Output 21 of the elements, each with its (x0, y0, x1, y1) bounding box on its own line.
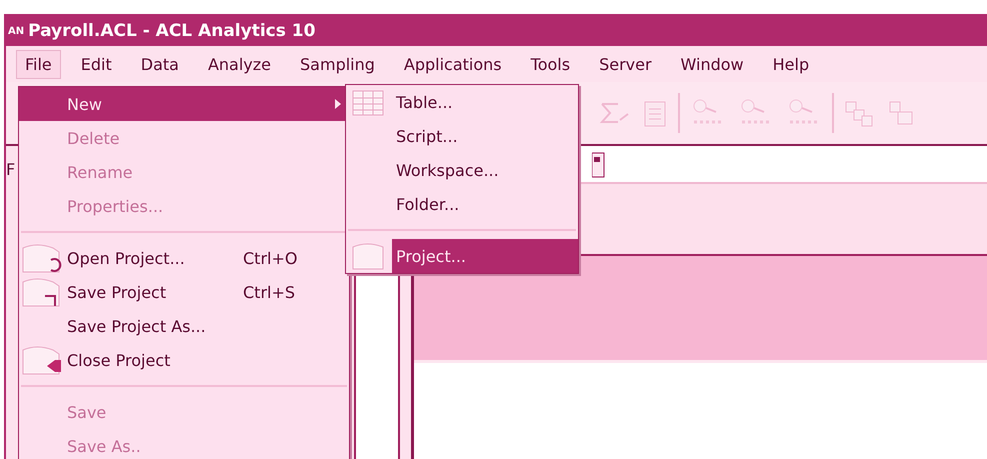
menu-item[interactable]: Edit (72, 50, 121, 78)
menu-item[interactable]: Analyze (198, 50, 280, 78)
menu-item[interactable]: Sampling (291, 50, 384, 78)
menu-entry[interactable]: Folder... (346, 187, 578, 221)
menu-item[interactable]: Data (132, 50, 188, 78)
app-label: AN (8, 26, 24, 36)
menu-item[interactable]: Window (672, 50, 753, 78)
menu-item[interactable]: Server (590, 50, 661, 78)
menu-entry[interactable]: Open Project... Ctrl+O (19, 241, 349, 275)
window-title: Payroll.ACL - ACL Analytics 10 (28, 21, 316, 41)
menu-entry[interactable]: Table... (346, 85, 578, 119)
menu-item[interactable]: Applications (394, 50, 511, 78)
menu-entry[interactable]: Script... (346, 119, 578, 153)
menu-item[interactable]: Tools (522, 50, 580, 78)
menu-item[interactable]: File (16, 50, 61, 78)
menu-entry[interactable]: Close Project (19, 343, 349, 377)
menu-entry[interactable]: Workspace... (346, 153, 578, 187)
pane-label: F (6, 160, 16, 179)
menu-entry[interactable]: Save Project As... (19, 309, 349, 343)
menu-entry[interactable]: Save Project Ctrl+S (19, 275, 349, 309)
menu-item[interactable]: Help (764, 50, 818, 78)
